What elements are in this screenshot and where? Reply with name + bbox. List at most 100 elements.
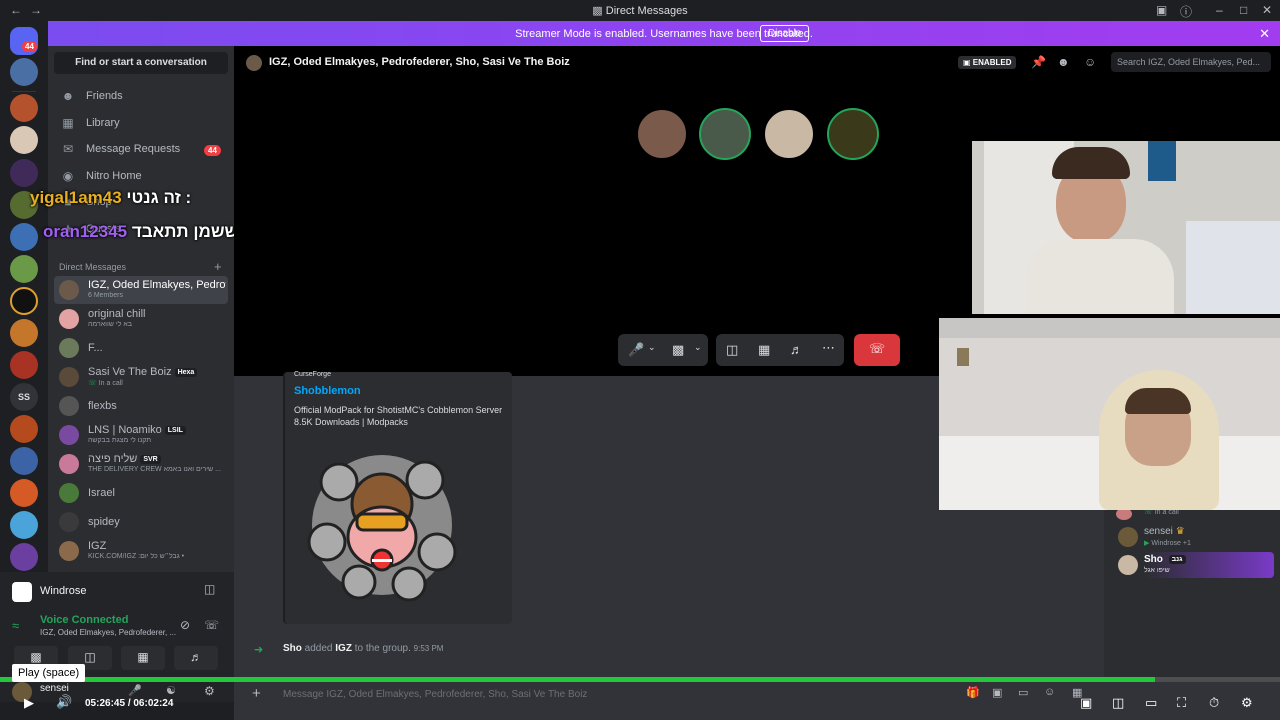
share-control-group: ◫ ▦ ♬ ⋯ [716, 334, 844, 366]
channel-title: IGZ, Oded Elmakyes, Pedrofederer, Sho, S… [269, 56, 570, 68]
nav-message-requests[interactable]: ✉ Message Requests 44 [54, 138, 228, 162]
webcam-hair [1125, 388, 1191, 414]
chevron-down-icon[interactable]: ⌄ [648, 342, 656, 353]
close-window-icon[interactable]: ✕ [1262, 3, 1272, 17]
server-tag: Hexa [174, 368, 198, 377]
add-friends-icon[interactable]: ☻ [1057, 55, 1070, 69]
banner-message: Streamer Mode is enabled. Usernames have… [515, 28, 813, 40]
pin-icon[interactable]: 📌 [1031, 55, 1046, 69]
embed-image[interactable] [299, 442, 465, 608]
mic-icon[interactable]: 🎤 [628, 342, 644, 358]
server-icon[interactable] [10, 479, 38, 507]
signal-icon[interactable]: ≈ [12, 618, 19, 633]
embed-title[interactable]: Shobblemon [294, 385, 361, 397]
dm-item[interactable]: שליח פיצה SVR THE DELIVERY CREW שירים ואנ… [54, 450, 228, 478]
overlay-chat-text: זה גנטי : [126, 188, 192, 207]
maximize-icon[interactable]: □ [1240, 3, 1247, 17]
theater-mode-icon[interactable]: ▭ [1145, 695, 1157, 711]
dm-name: Sasi Ve The Boiz [88, 366, 172, 378]
server-icon[interactable] [10, 58, 38, 86]
voice-connection: ≈ Voice Connected IGZ, Oded Elmakyes, Pe… [8, 610, 228, 650]
member-item[interactable]: sensei ♛ ▶ Windrose +1 [1112, 524, 1280, 550]
more-options-icon[interactable]: ⋯ [822, 340, 835, 356]
server-icon[interactable] [10, 351, 38, 379]
nav-nitro-home[interactable]: ◉ Nitro Home [54, 165, 228, 189]
chevron-down-icon[interactable]: ⌄ [694, 342, 702, 353]
streamer-icon: ▣ [963, 58, 971, 67]
minimize-icon[interactable]: – [1216, 3, 1223, 17]
activity-row[interactable]: Windrose ◫ [8, 580, 228, 604]
server-icon[interactable] [10, 287, 38, 315]
server-icon-ss[interactable]: SS [10, 383, 38, 411]
nav-friends[interactable]: ☻ Friends [54, 85, 228, 109]
dm-item[interactable]: F... [54, 334, 228, 362]
noise-suppression-icon[interactable]: ⊘ [180, 618, 190, 632]
server-icon[interactable] [10, 94, 38, 122]
system-message-action: added [304, 643, 333, 654]
playback-speed-icon[interactable]: ⏱ [1209, 695, 1219, 711]
server-icon[interactable] [10, 319, 38, 347]
volume-icon[interactable]: 🔊 [56, 694, 72, 710]
chat-toggle-icon[interactable]: ▣ [1080, 695, 1092, 711]
new-dm-plus-icon[interactable]: + [214, 259, 222, 274]
leave-call-button[interactable]: ☏ [854, 334, 900, 366]
disable-button[interactable]: Disable [760, 25, 810, 42]
member-list-icon[interactable]: ☺ [1084, 55, 1096, 69]
server-icon[interactable] [10, 255, 38, 283]
member-name-text: Sho [1144, 554, 1163, 565]
server-icon[interactable] [10, 223, 38, 251]
soundboard-icon[interactable]: ♬ [790, 342, 803, 357]
server-icon[interactable] [10, 126, 38, 154]
crown-icon: ♛ [1175, 526, 1185, 537]
soundboard-button[interactable]: ♬ [174, 646, 218, 670]
clip-icon[interactable]: ◫ [1112, 695, 1124, 711]
window-title: ▩ Direct Messages [0, 4, 1280, 17]
video-time: 05:26:45 / 06:02:24 [85, 698, 173, 709]
server-icon[interactable] [10, 543, 38, 571]
banner-close-icon[interactable]: ✕ [1259, 26, 1270, 42]
activities-icon[interactable]: ▦ [758, 342, 770, 358]
dm-item[interactable]: flexbs [54, 392, 228, 420]
dm-item[interactable]: LNS | Noamiko LSIL תקנו לי מצגת בבקשה [54, 421, 228, 449]
screen-share-icon[interactable]: ◫ [726, 342, 738, 358]
dm-item[interactable]: original chill בא לי שווארמה [54, 305, 228, 333]
inbox-icon[interactable]: ▣ [1156, 3, 1167, 17]
avatar [59, 338, 79, 358]
friends-icon: ☻ [61, 89, 75, 103]
server-icon[interactable] [10, 511, 38, 539]
stream-icon[interactable]: ◫ [204, 582, 215, 596]
dm-name: LNS | Noamiko [88, 424, 162, 436]
system-message-user[interactable]: Sho [283, 643, 302, 654]
participant-avatar[interactable] [699, 108, 751, 160]
window-title-text: Direct Messages [605, 5, 688, 17]
activities-button[interactable]: ▦ [121, 646, 165, 670]
dm-header: Direct Messages [59, 262, 127, 272]
participant-avatar[interactable] [763, 108, 815, 160]
dm-item[interactable]: IGZ KICK.COM/IGZ :גבל״ש כל יום • [54, 537, 228, 565]
dm-item[interactable]: Sasi Ve The Boiz Hexa ☏ In a call [54, 363, 228, 391]
voice-channel[interactable]: IGZ, Oded Elmakyes, Pedrofederer, ... [40, 628, 176, 637]
camera-off-icon[interactable]: ▩ [672, 342, 684, 358]
fullscreen-icon[interactable]: ⛶ [1177, 695, 1186, 711]
system-message-target[interactable]: IGZ [335, 643, 352, 654]
join-arrow-icon: ➜ [254, 644, 264, 656]
dm-item[interactable]: Israel [54, 479, 228, 507]
dm-item[interactable]: spidey [54, 508, 228, 536]
member-sub-text: In a call [1154, 509, 1179, 516]
server-icon[interactable] [10, 159, 38, 187]
participant-avatar[interactable] [636, 108, 688, 160]
nav-library[interactable]: ▦ Library [54, 112, 228, 136]
disconnect-icon[interactable]: ☏ [204, 618, 219, 632]
member-item[interactable]: Sho גנב שיפו אגל [1112, 552, 1274, 578]
server-tag: SVR [140, 455, 161, 464]
participant-avatar[interactable] [827, 108, 879, 160]
play-icon[interactable]: ▶ [24, 695, 34, 711]
avatar [59, 541, 79, 561]
find-conversation-button[interactable]: Find or start a conversation [54, 52, 228, 74]
settings-gear-icon[interactable]: ⚙ [1241, 695, 1253, 711]
dm-item[interactable]: IGZ, Oded Elmakyes, Pedrof... 6 Members [54, 276, 228, 304]
search-input[interactable]: Search IGZ, Oded Elmakyes, Ped... [1111, 52, 1271, 72]
server-icon[interactable] [10, 415, 38, 443]
help-icon[interactable]: ⓘ [1180, 3, 1192, 20]
server-icon[interactable] [10, 447, 38, 475]
